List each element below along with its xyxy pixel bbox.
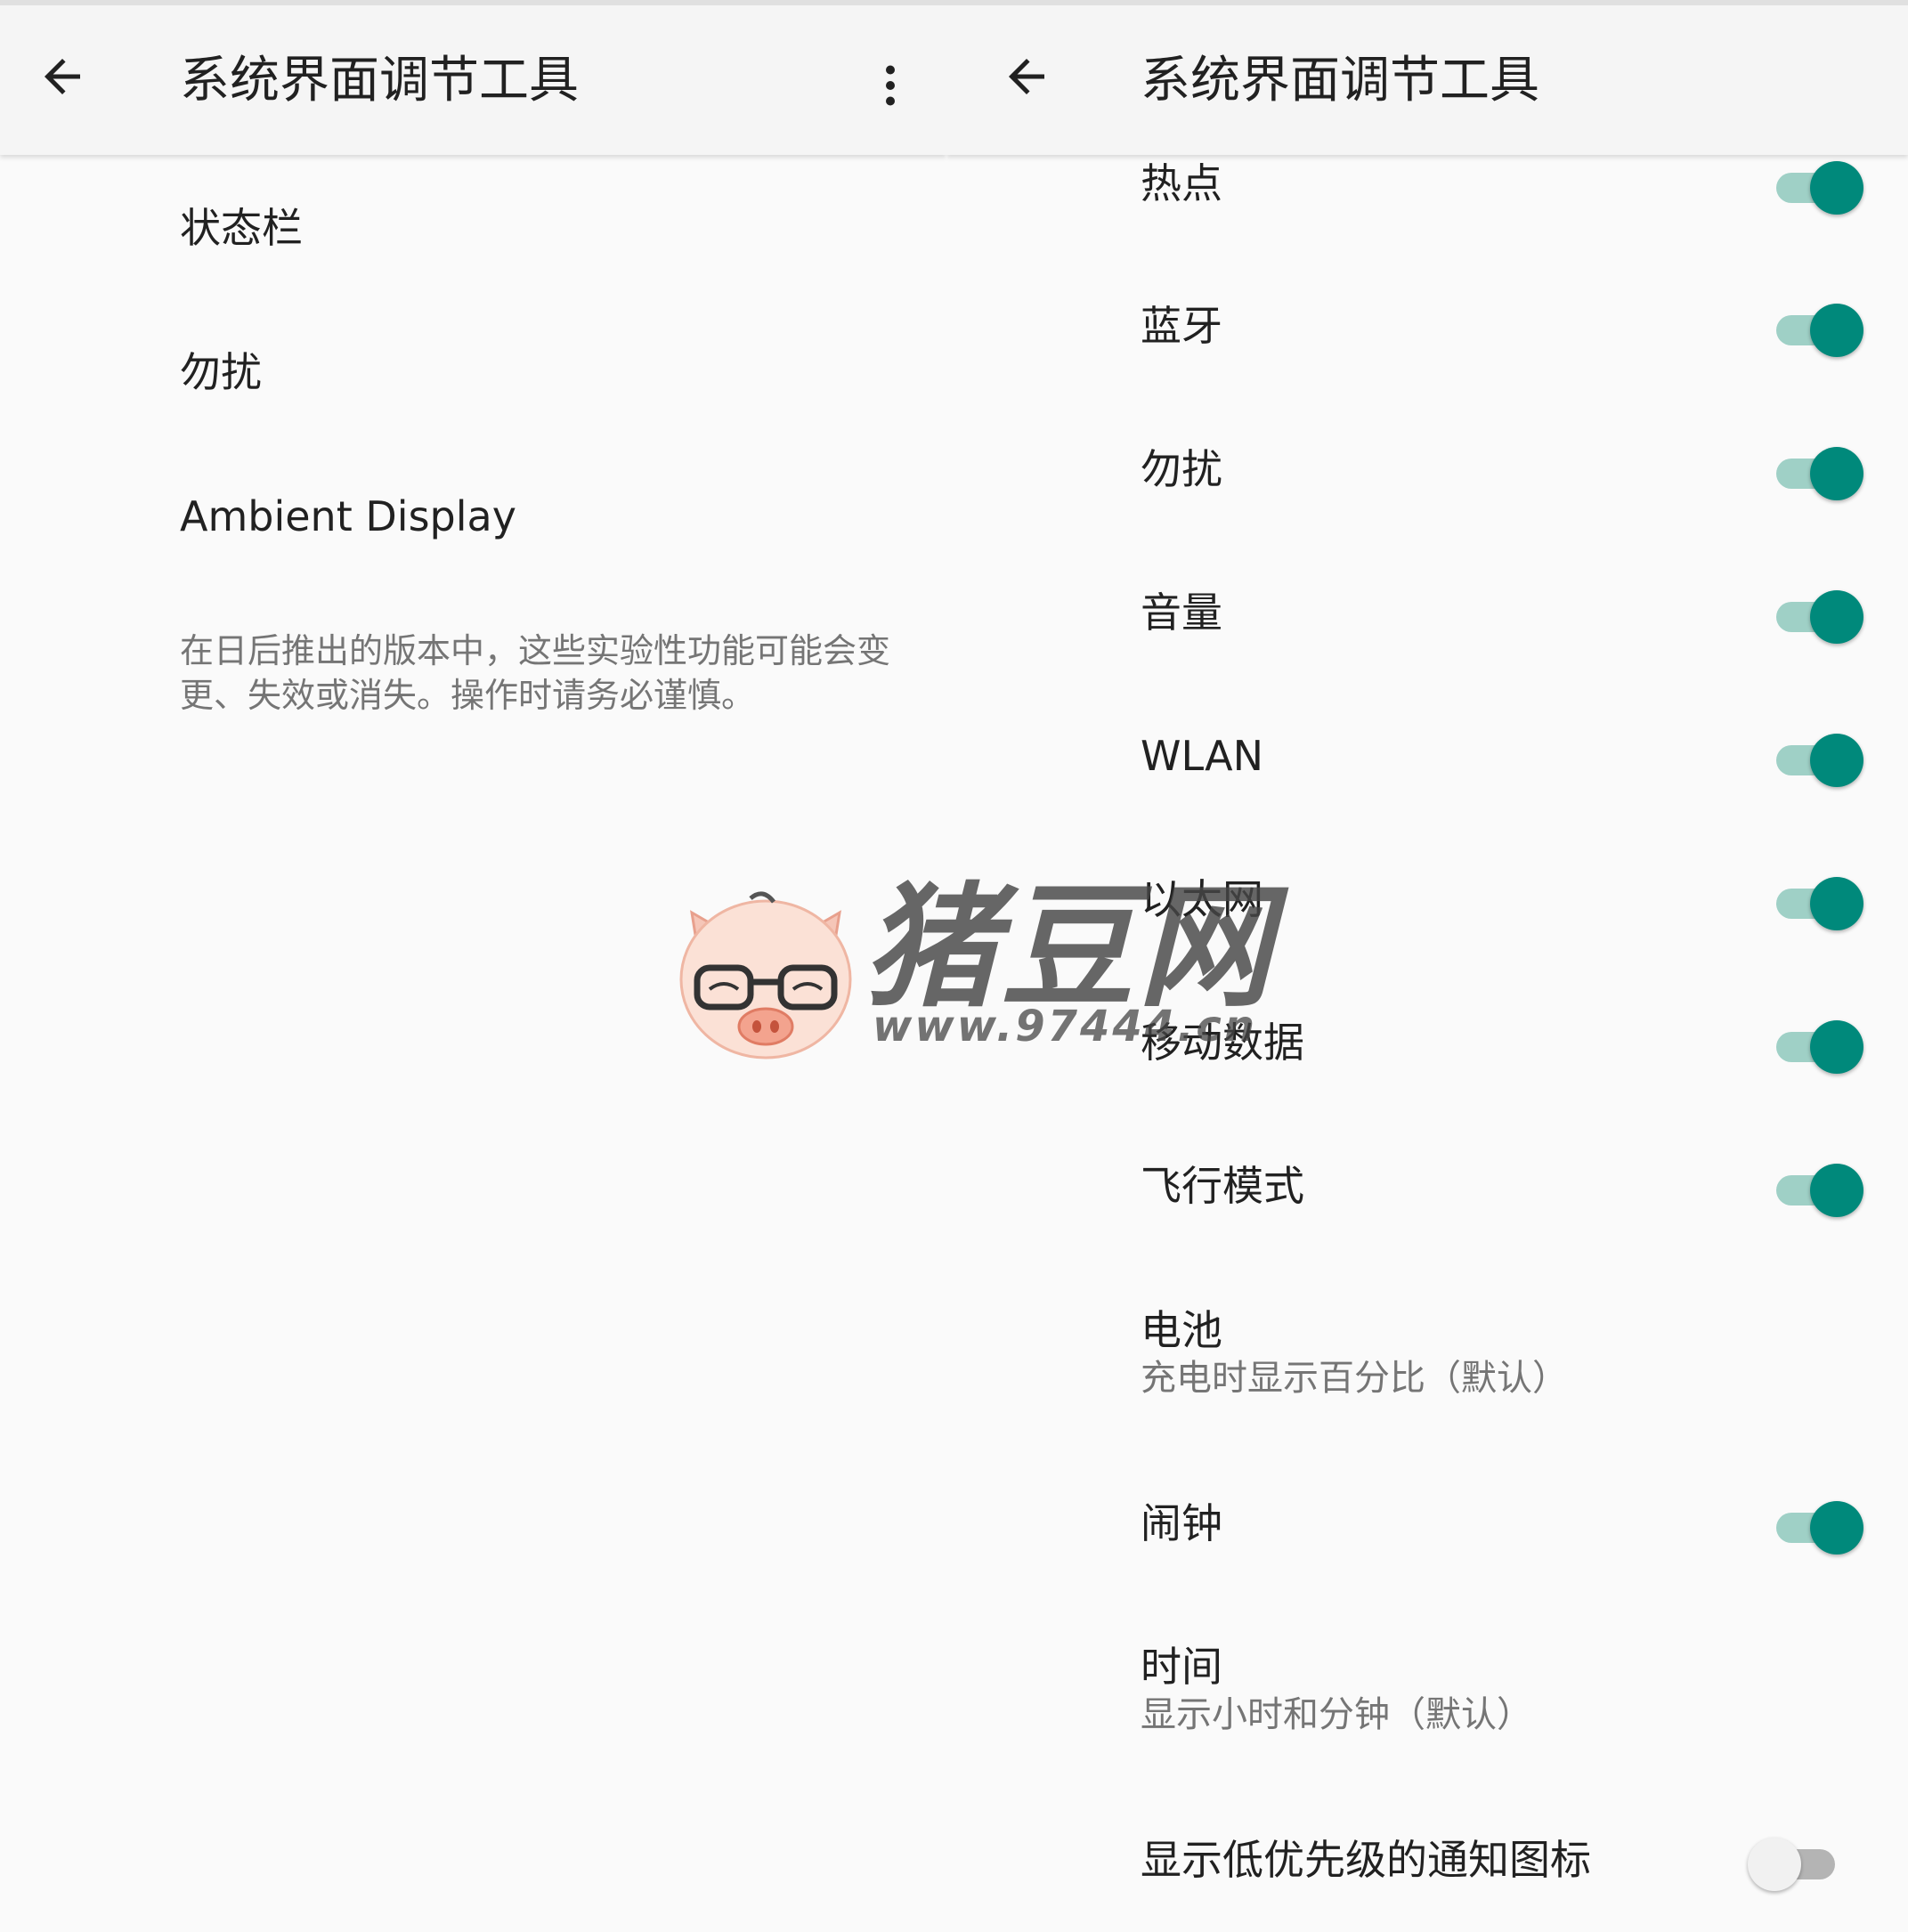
- setting-row-wlan[interactable]: WLAN: [946, 711, 1908, 854]
- setting-row-volume[interactable]: 音量: [946, 568, 1908, 710]
- setting-row-alarm[interactable]: 闹钟: [946, 1479, 1908, 1621]
- toggle-switch-ethernet[interactable]: [1766, 873, 1863, 935]
- setting-label: 音量: [1141, 589, 1222, 637]
- setting-label: 飞行模式: [1141, 1162, 1304, 1210]
- setting-label: 蓝牙: [1141, 302, 1222, 350]
- experimental-disclaimer: 在日后推出的版本中，这些实验性功能可能会变更、失效或消失。操作时请务必谨慎。: [180, 631, 891, 715]
- setting-row-low-priority-icons[interactable]: 显示低优先级的通知图标: [946, 1815, 1908, 1932]
- setting-label: 移动数据: [1141, 1019, 1304, 1067]
- overflow-menu-button[interactable]: [855, 50, 926, 121]
- toggle-switch-bluetooth[interactable]: [1766, 299, 1863, 361]
- page-title: 系统界面调节工具: [180, 52, 579, 110]
- setting-label: 闹钟: [1141, 1499, 1222, 1547]
- setting-row-bluetooth[interactable]: 蓝牙: [946, 281, 1908, 424]
- setting-row-mobile-data[interactable]: 移动数据: [946, 998, 1908, 1141]
- setting-label: 勿扰: [1141, 445, 1222, 493]
- menu-item-status-bar[interactable]: 状态栏: [180, 201, 303, 255]
- arrow-left-icon: [1009, 59, 1044, 94]
- app-bar: 系统界面调节工具: [0, 5, 946, 155]
- setting-label: WLAN: [1141, 732, 1264, 780]
- page-title: 系统界面调节工具: [1141, 52, 1539, 110]
- toggle-switch-alarm[interactable]: [1766, 1497, 1863, 1559]
- toggle-switch-hotspot[interactable]: [1766, 157, 1863, 219]
- back-button[interactable]: [27, 41, 98, 112]
- setting-label: 以太网: [1141, 875, 1263, 923]
- toggle-switch-low-priority-icons[interactable]: [1748, 1833, 1846, 1895]
- setting-label: 热点: [1141, 159, 1222, 207]
- setting-row-hotspot[interactable]: 热点: [946, 139, 1908, 281]
- menu-item-do-not-disturb[interactable]: 勿扰: [180, 345, 262, 399]
- toggle-switch-wlan[interactable]: [1766, 729, 1863, 791]
- arrow-left-icon: [45, 59, 80, 94]
- setting-row-airplane-mode[interactable]: 飞行模式: [946, 1141, 1908, 1284]
- toggle-switch-do-not-disturb[interactable]: [1766, 442, 1863, 505]
- setting-label: 显示低优先级的通知图标: [1141, 1836, 1591, 1884]
- setting-row-battery[interactable]: 电池 充电时显示百分比（默认）: [946, 1286, 1908, 1464]
- setting-row-ethernet[interactable]: 以太网: [946, 855, 1908, 997]
- setting-label: 电池: [1141, 1306, 1222, 1354]
- setting-summary: 充电时显示百分比（默认）: [1141, 1358, 1568, 1399]
- toggle-switch-airplane-mode[interactable]: [1766, 1159, 1863, 1222]
- setting-summary: 显示小时和分钟（默认）: [1141, 1694, 1532, 1735]
- more-vert-icon: [886, 65, 895, 106]
- setting-label: 时间: [1141, 1643, 1222, 1691]
- back-button[interactable]: [991, 41, 1062, 112]
- left-screen: 系统界面调节工具 状态栏 勿扰 Ambient Display 在日后推出的版本…: [0, 5, 946, 1932]
- right-screen: 系统界面调节工具 热点 蓝牙 勿扰 音量 WLAN 以太网 移动数据 飞行模式 …: [946, 5, 1908, 1932]
- toggle-switch-volume[interactable]: [1766, 586, 1863, 648]
- app-bar: 系统界面调节工具: [946, 5, 1908, 155]
- setting-row-time[interactable]: 时间 显示小时和分钟（默认）: [946, 1622, 1908, 1800]
- setting-row-do-not-disturb[interactable]: 勿扰: [946, 425, 1908, 567]
- toggle-switch-mobile-data[interactable]: [1766, 1016, 1863, 1078]
- menu-item-ambient-display[interactable]: Ambient Display: [180, 490, 516, 543]
